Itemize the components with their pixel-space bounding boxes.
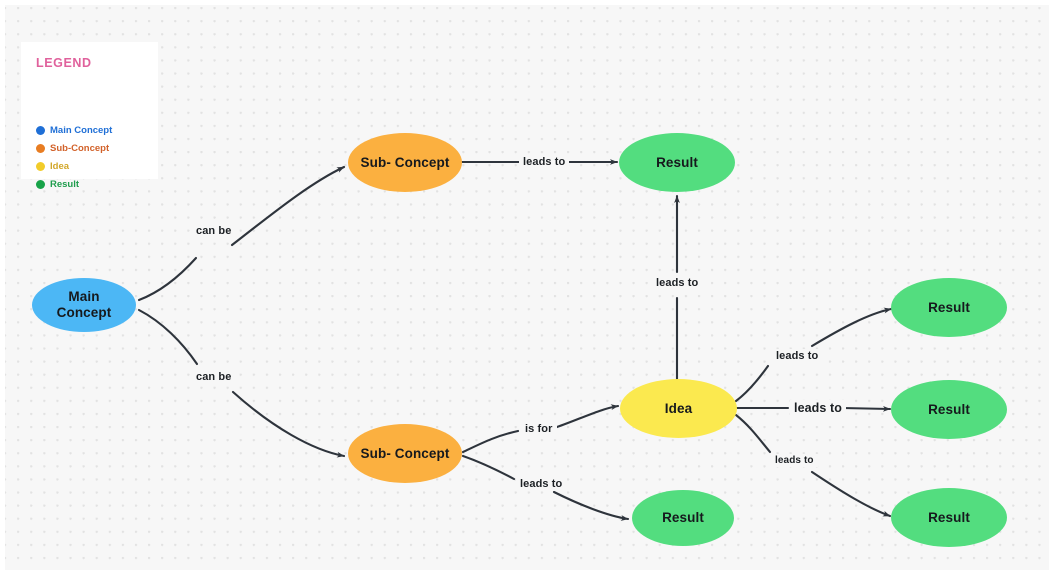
edge-idea-result3-b [840, 405, 892, 412]
legend-label-main-concept: Main Concept [50, 125, 113, 136]
edge-main-sub2-a [137, 308, 199, 366]
canvas-right-margin [1049, 0, 1054, 574]
edge-sub2-result5-a [461, 454, 516, 481]
edge-label-is-for: is for [521, 422, 557, 436]
diagram-canvas: Main Concept Sub- Concept Sub- Concept I… [0, 0, 1054, 574]
canvas-bottom-margin [0, 570, 1054, 574]
node-result-bottom-label: Result [662, 510, 704, 526]
edge-label-can-be-bottom: can be [192, 370, 236, 384]
edge-label-idea-up-leads-to: leads to [652, 276, 703, 290]
legend-item-sub-concept: Sub-Concept [36, 143, 109, 154]
edge-main-sub2-b [231, 390, 346, 458]
legend-title: LEGEND [36, 56, 92, 70]
edge-idea-result4-a [734, 413, 772, 454]
legend-dot-main-concept [36, 126, 45, 135]
node-sub-concept-top-label: Sub- Concept [360, 154, 450, 170]
node-result-right-1[interactable]: Result [891, 278, 1007, 337]
legend-item-idea: Idea [36, 161, 69, 172]
node-result-right-3-label: Result [928, 509, 970, 525]
edge-label-idea-mid-leads-to: leads to [790, 400, 847, 416]
node-result-top[interactable]: Result [619, 133, 735, 192]
edge-sub2-result5-b [552, 490, 630, 521]
node-result-right-2-label: Result [928, 401, 970, 417]
edge-label-idea-top-leads-to: leads to [772, 349, 823, 363]
node-result-right-1-label: Result [928, 299, 970, 315]
node-result-right-3[interactable]: Result [891, 488, 1007, 547]
edge-sub2-idea-a [461, 429, 520, 454]
edge-idea-result4-b [810, 470, 892, 518]
canvas-top-margin [0, 0, 1054, 5]
node-result-bottom[interactable]: Result [632, 490, 734, 546]
edge-idea-result2-a [734, 364, 770, 403]
node-sub-concept-bottom-label: Sub- Concept [360, 445, 450, 461]
legend-dot-result [36, 180, 45, 189]
canvas-left-margin [0, 0, 5, 574]
edge-main-sub1-a [137, 256, 198, 302]
edge-sub2-idea-b [555, 404, 620, 429]
edge-label-sub2-leads-to: leads to [516, 477, 567, 491]
node-idea-label: Idea [664, 400, 693, 416]
node-result-right-2[interactable]: Result [891, 380, 1007, 439]
node-sub-concept-bottom[interactable]: Sub- Concept [348, 424, 462, 483]
legend-item-main-concept: Main Concept [36, 125, 112, 136]
node-sub-concept-top[interactable]: Sub- Concept [348, 133, 462, 192]
legend-dot-sub-concept [36, 144, 45, 153]
legend-label-result: Result [50, 179, 80, 190]
legend-item-result: Result [36, 179, 79, 190]
node-result-top-label: Result [656, 154, 698, 170]
node-main-concept[interactable]: Main Concept [32, 278, 136, 332]
edge-label-sub1-leads-to: leads to [519, 155, 570, 169]
edge-main-sub1-b [230, 165, 346, 247]
node-main-concept-label: Main Concept [56, 289, 112, 320]
edge-idea-result2-b [810, 307, 893, 348]
node-idea[interactable]: Idea [620, 379, 737, 438]
legend-dot-idea [36, 162, 45, 171]
edge-label-can-be-top: can be [192, 224, 236, 238]
legend-panel: LEGEND Main Concept Sub-Concept Idea Res… [21, 42, 158, 190]
legend-label-sub-concept: Sub-Concept [50, 143, 110, 154]
legend-label-idea: Idea [50, 161, 70, 172]
edge-label-idea-low-leads-to: leads to [771, 454, 818, 467]
